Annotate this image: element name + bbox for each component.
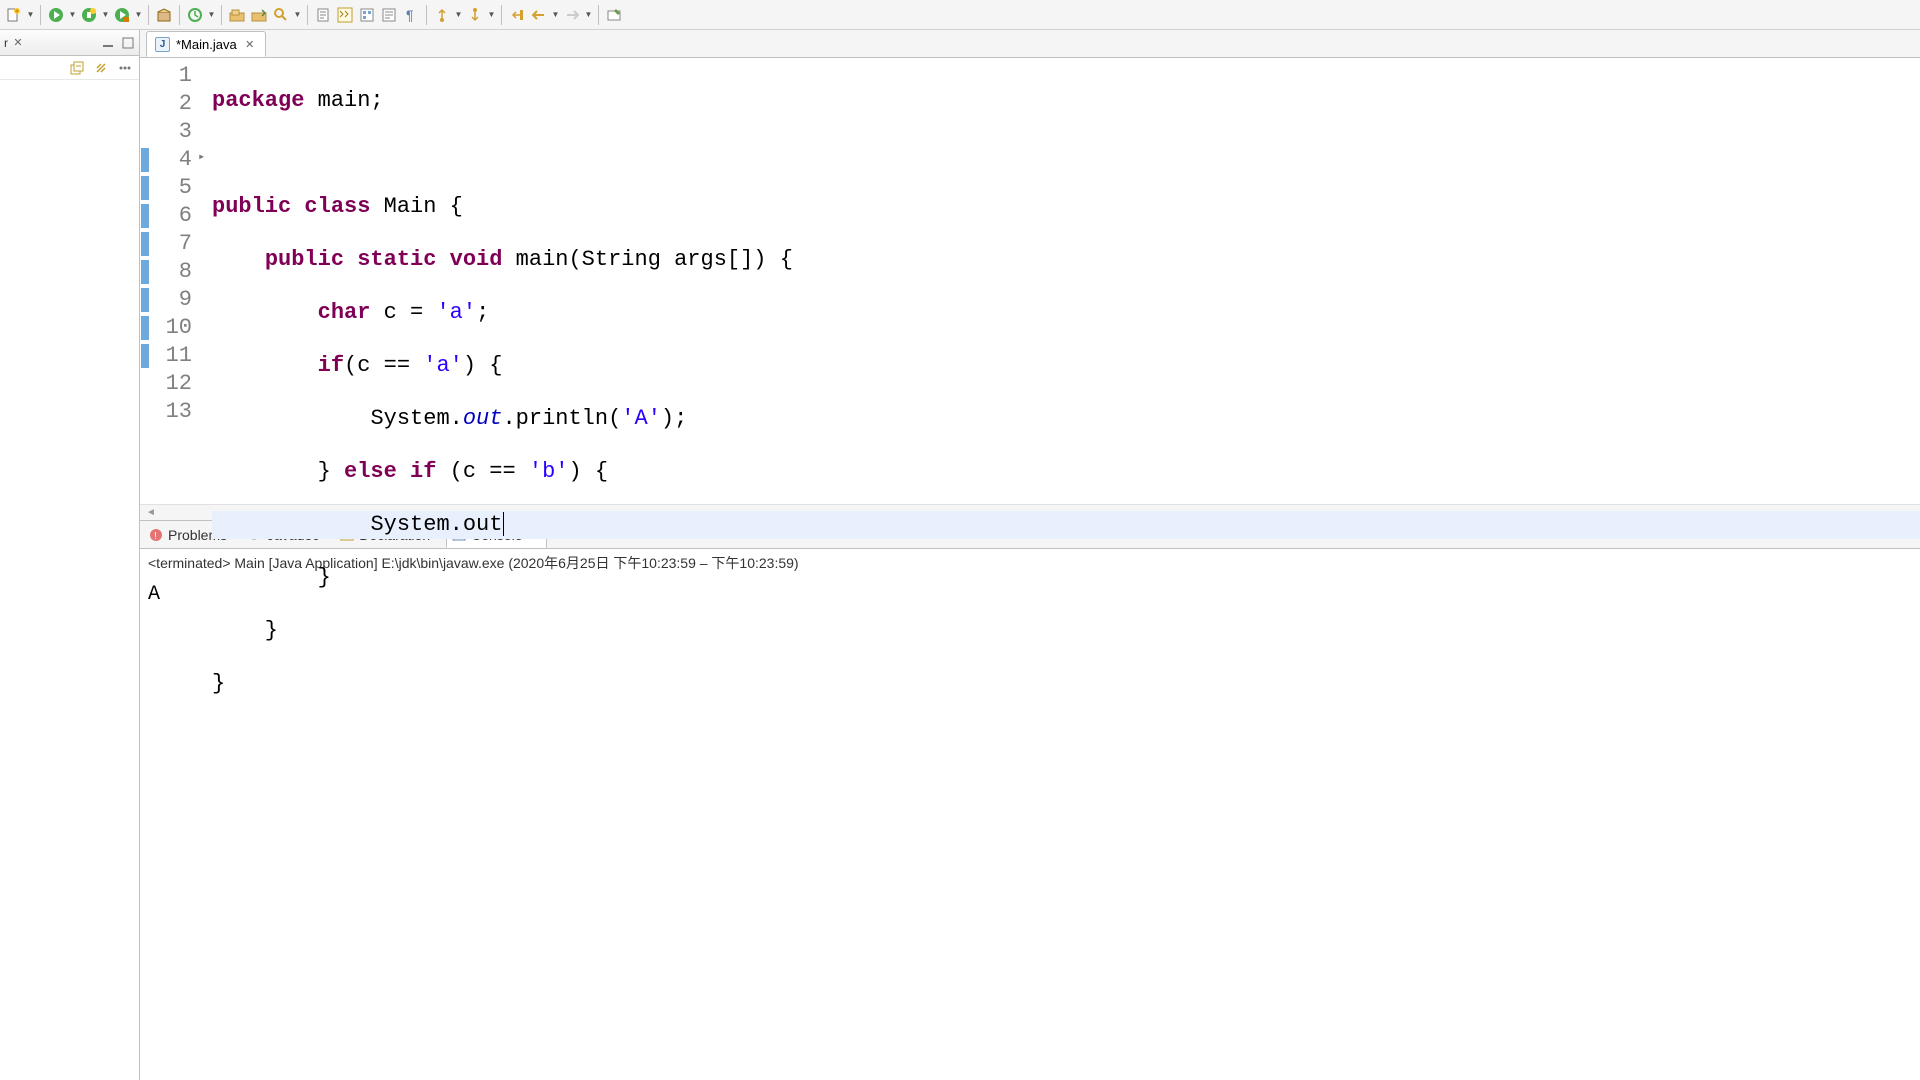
main-toolbar: ▼ ▼ ▼ ▼ ▼ ▼ ¶ ▼ ▼ ▼ ▼ <box>0 0 1920 30</box>
dropdown-icon[interactable]: ▼ <box>134 5 143 25</box>
editor-tab-main-java[interactable]: J *Main.java ✕ <box>146 31 266 57</box>
last-edit-icon[interactable] <box>507 5 527 25</box>
marker-strip <box>140 58 152 504</box>
debug-icon[interactable] <box>79 5 99 25</box>
new-icon[interactable] <box>4 5 24 25</box>
forward-icon[interactable] <box>562 5 582 25</box>
dropdown-icon[interactable]: ▼ <box>293 5 302 25</box>
toggle-breadcrumb-icon[interactable] <box>335 5 355 25</box>
minimize-icon[interactable] <box>101 36 115 50</box>
view-header: r ✕ <box>0 30 139 56</box>
run-icon[interactable] <box>46 5 66 25</box>
search-icon[interactable] <box>271 5 291 25</box>
maximize-icon[interactable] <box>121 36 135 50</box>
editor-tabs: J *Main.java ✕ <box>140 30 1920 58</box>
code-editor[interactable]: 1 2 3 4 5 6 7 8 9 10 11 12 13 package ma <box>140 58 1920 504</box>
editor-panel: J *Main.java ✕ 1 2 3 4 5 6 7 8 9 <box>140 30 1920 1080</box>
dropdown-icon[interactable]: ▼ <box>26 5 35 25</box>
new-package-icon[interactable] <box>154 5 174 25</box>
pin-editor-icon[interactable] <box>604 5 624 25</box>
dropdown-icon[interactable]: ▼ <box>551 5 560 25</box>
problems-icon: ! <box>148 527 163 542</box>
annotation-next-icon[interactable] <box>465 5 485 25</box>
view-menu-icon[interactable] <box>117 60 133 76</box>
line-number-gutter: 1 2 3 4 5 6 7 8 9 10 11 12 13 <box>152 58 198 504</box>
dropdown-icon[interactable]: ▼ <box>101 5 110 25</box>
svg-text:¶: ¶ <box>406 7 414 23</box>
java-file-icon: J <box>155 37 170 52</box>
link-editor-icon[interactable] <box>93 60 109 76</box>
run-last-icon[interactable] <box>112 5 132 25</box>
dropdown-icon[interactable]: ▼ <box>68 5 77 25</box>
back-icon[interactable] <box>529 5 549 25</box>
dropdown-icon[interactable]: ▼ <box>207 5 216 25</box>
build-icon[interactable] <box>185 5 205 25</box>
tab-filename: *Main.java <box>176 37 237 52</box>
open-task-icon[interactable] <box>249 5 269 25</box>
view-mini-toolbar <box>0 56 139 80</box>
svg-text:!: ! <box>154 531 157 542</box>
toggle-whitespace-icon[interactable] <box>379 5 399 25</box>
view-title-truncated: r <box>4 36 8 50</box>
annotation-prev-icon[interactable] <box>432 5 452 25</box>
toggle-mark-icon[interactable] <box>313 5 333 25</box>
close-tab-icon[interactable]: ✕ <box>243 37 257 51</box>
collapse-all-icon[interactable] <box>69 60 85 76</box>
package-explorer-view: r ✕ <box>0 30 140 1080</box>
close-view-icon[interactable]: ✕ <box>11 36 25 50</box>
pilcrow-icon[interactable]: ¶ <box>401 5 421 25</box>
toggle-block-icon[interactable] <box>357 5 377 25</box>
dropdown-icon[interactable]: ▼ <box>584 5 593 25</box>
dropdown-icon[interactable]: ▼ <box>487 5 496 25</box>
dropdown-icon[interactable]: ▼ <box>454 5 463 25</box>
open-type-icon[interactable] <box>227 5 247 25</box>
annotation-strip <box>198 58 212 504</box>
text-cursor <box>503 512 504 536</box>
code-body[interactable]: package main; public class Main { public… <box>212 58 1920 504</box>
